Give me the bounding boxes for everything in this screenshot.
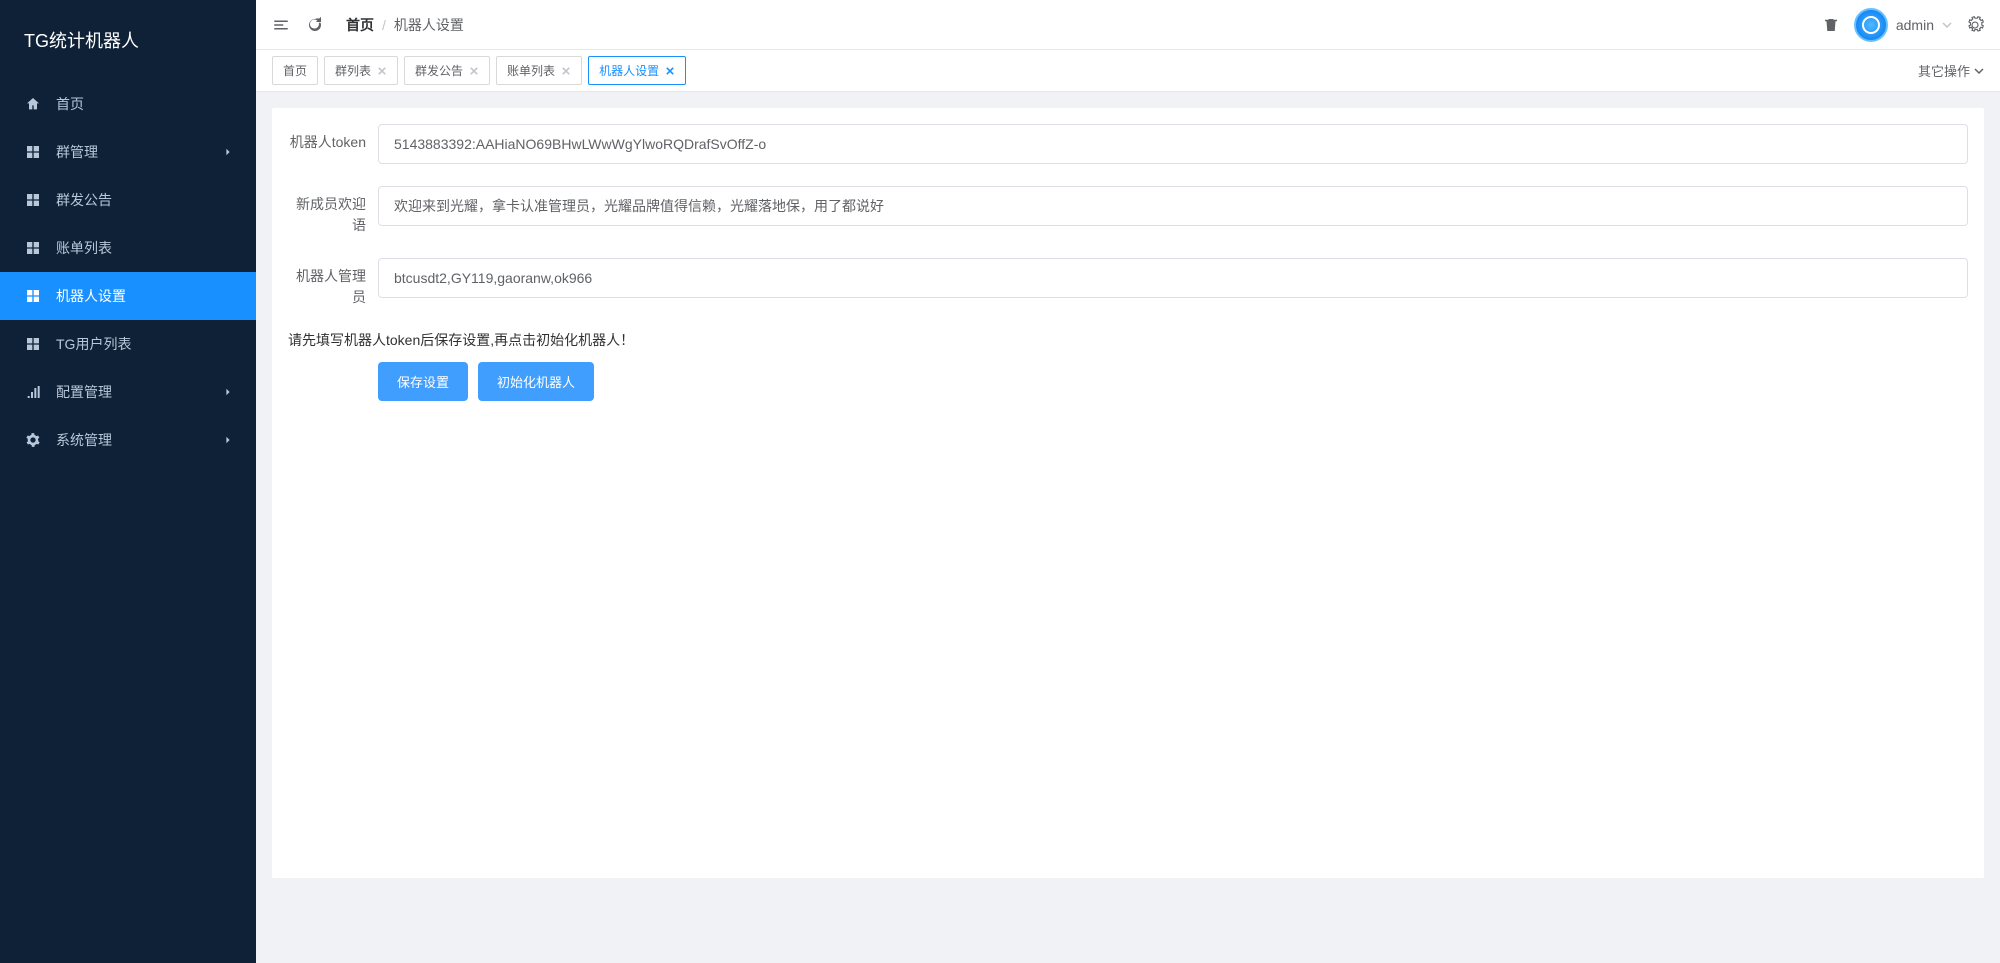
sidebar: TG统计机器人 首页群管理群发公告账单列表机器人设置 TG用户列表配置管理系统管理 — [0, 0, 256, 963]
grid-icon — [24, 143, 42, 161]
grid-icon — [24, 239, 42, 257]
app-logo[interactable]: TG统计机器人 — [0, 0, 256, 80]
grid-icon — [24, 287, 42, 305]
tab-label: 账单列表 — [507, 62, 555, 79]
gear-icon — [24, 431, 42, 449]
sidebar-item-3[interactable]: 账单列表 — [0, 224, 256, 272]
tab-3[interactable]: 账单列表 — [496, 56, 582, 85]
avatar — [1854, 8, 1888, 42]
sidebar-item-0[interactable]: 首页 — [0, 80, 256, 128]
breadcrumb-home[interactable]: 首页 — [346, 15, 374, 35]
sidebar-item-label: TG用户列表 — [56, 334, 232, 354]
sidebar-item-label: 群发公告 — [56, 190, 232, 210]
help-text: 请先填写机器人token后保存设置,再点击初始化机器人！ — [288, 330, 1968, 350]
sidebar-item-5[interactable]: TG用户列表 — [0, 320, 256, 368]
tab-1[interactable]: 群列表 — [324, 56, 398, 85]
sidebar-item-6[interactable]: 配置管理 — [0, 368, 256, 416]
close-icon[interactable] — [561, 66, 571, 76]
grid-icon — [24, 191, 42, 209]
tab-0[interactable]: 首页 — [272, 56, 318, 85]
breadcrumb: 首页 / 机器人设置 — [346, 15, 464, 35]
user-dropdown[interactable]: admin — [1854, 8, 1952, 42]
sidebar-item-1[interactable]: 群管理 — [0, 128, 256, 176]
app-title: TG统计机器人 — [24, 27, 139, 53]
sidebar-item-label: 机器人设置 — [56, 286, 232, 306]
tab-4[interactable]: 机器人设置 — [588, 56, 686, 85]
tab-2[interactable]: 群发公告 — [404, 56, 490, 85]
welcome-input[interactable] — [378, 186, 1968, 226]
sidebar-item-4[interactable]: 机器人设置 — [0, 272, 256, 320]
tab-label: 群发公告 — [415, 62, 463, 79]
tabs-actions-dropdown[interactable]: 其它操作 — [1918, 61, 1984, 80]
chevron-down-icon — [1942, 17, 1952, 33]
refresh-icon[interactable] — [306, 16, 324, 34]
chevron-right-icon — [224, 436, 232, 444]
close-icon[interactable] — [377, 66, 387, 76]
sidebar-item-label: 系统管理 — [56, 430, 224, 450]
sidebar-menu: 首页群管理群发公告账单列表机器人设置 TG用户列表配置管理系统管理 — [0, 80, 256, 963]
header: 首页 / 机器人设置 admin — [256, 0, 2000, 50]
username: admin — [1896, 17, 1934, 33]
sidebar-item-label: 账单列表 — [56, 238, 232, 258]
tab-label: 机器人设置 — [599, 62, 659, 79]
close-icon[interactable] — [469, 66, 479, 76]
chevron-right-icon — [224, 388, 232, 396]
sidebar-item-label: 群管理 — [56, 142, 224, 162]
init-button[interactable]: 初始化机器人 — [478, 362, 594, 401]
tabs-bar: 首页 群列表 群发公告 账单列表 机器人设置 其它操作 — [256, 50, 2000, 92]
home-icon — [24, 95, 42, 113]
tabs: 首页 群列表 群发公告 账单列表 机器人设置 — [272, 56, 686, 85]
breadcrumb-current: 机器人设置 — [394, 15, 464, 35]
field-label-token: 机器人token — [288, 124, 378, 153]
tab-label: 群列表 — [335, 62, 371, 79]
collapse-menu-icon[interactable] — [272, 16, 290, 34]
chevron-right-icon — [224, 148, 232, 156]
sidebar-item-7[interactable]: 系统管理 — [0, 416, 256, 464]
settings-icon[interactable] — [1966, 16, 1984, 34]
close-icon[interactable] — [665, 66, 675, 76]
bars-icon — [24, 383, 42, 401]
field-label-admins: 机器人管理员 — [288, 258, 378, 308]
sidebar-item-label: 配置管理 — [56, 382, 224, 402]
tab-label: 首页 — [283, 62, 307, 79]
sidebar-item-2[interactable]: 群发公告 — [0, 176, 256, 224]
grid-icon — [24, 335, 42, 353]
content-panel: 机器人token 新成员欢迎语 机器人管理员 请先填写机器人token后保存设置… — [272, 108, 1984, 878]
token-input[interactable] — [378, 124, 1968, 164]
field-label-welcome: 新成员欢迎语 — [288, 186, 378, 236]
sidebar-item-label: 首页 — [56, 94, 232, 114]
save-button[interactable]: 保存设置 — [378, 362, 468, 401]
breadcrumb-sep: / — [382, 17, 386, 33]
trash-icon[interactable] — [1822, 16, 1840, 34]
tabs-actions-label: 其它操作 — [1918, 61, 1970, 80]
admins-input[interactable] — [378, 258, 1968, 298]
